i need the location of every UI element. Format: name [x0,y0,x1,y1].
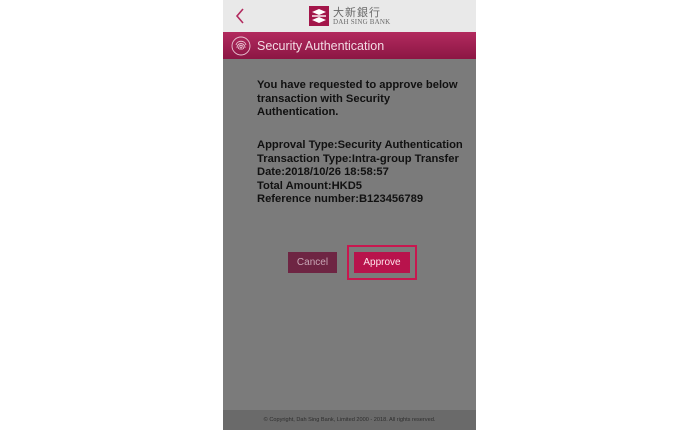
modal-overlay: You have requested to approve below tran… [223,59,476,410]
phone-screen: 大新銀行 DAH SING BANK Security Authenticati… [223,0,476,430]
date-line: Date:2018/10/26 18:58:57 [257,166,389,178]
cancel-button[interactable]: Cancel [288,252,337,273]
approval-type-line: Approval Type:Security Authentication [257,139,463,151]
bank-logo: 大新銀行 DAH SING BANK [309,5,390,27]
page-title-bar: Security Authentication [223,32,476,59]
total-amount-line: Total Amount:HKD5 [257,179,363,192]
transaction-details: Approval Type:Security Authentication Tr… [257,139,472,207]
transaction-type-line: Transaction Type:Intra-group Transfer [257,152,459,165]
fingerprint-icon [231,36,251,55]
approval-message: You have requested to approve below tran… [257,79,458,118]
reference-number-line: Reference number:B123456789 [257,193,424,205]
logo-english-text: DAH SING BANK [333,17,391,26]
footer-copyright: © Copyright, Dah Sing Bank, Limited 2000… [223,410,476,430]
logo-chinese-text: 大新銀行 [333,5,381,19]
approve-button[interactable]: Approve [354,252,410,273]
chevron-left-icon [235,8,244,24]
back-button[interactable] [230,4,250,28]
page-title: Security Authentication [257,38,385,53]
top-bar: 大新銀行 DAH SING BANK [223,0,476,32]
dah-sing-logo-icon [309,6,329,26]
